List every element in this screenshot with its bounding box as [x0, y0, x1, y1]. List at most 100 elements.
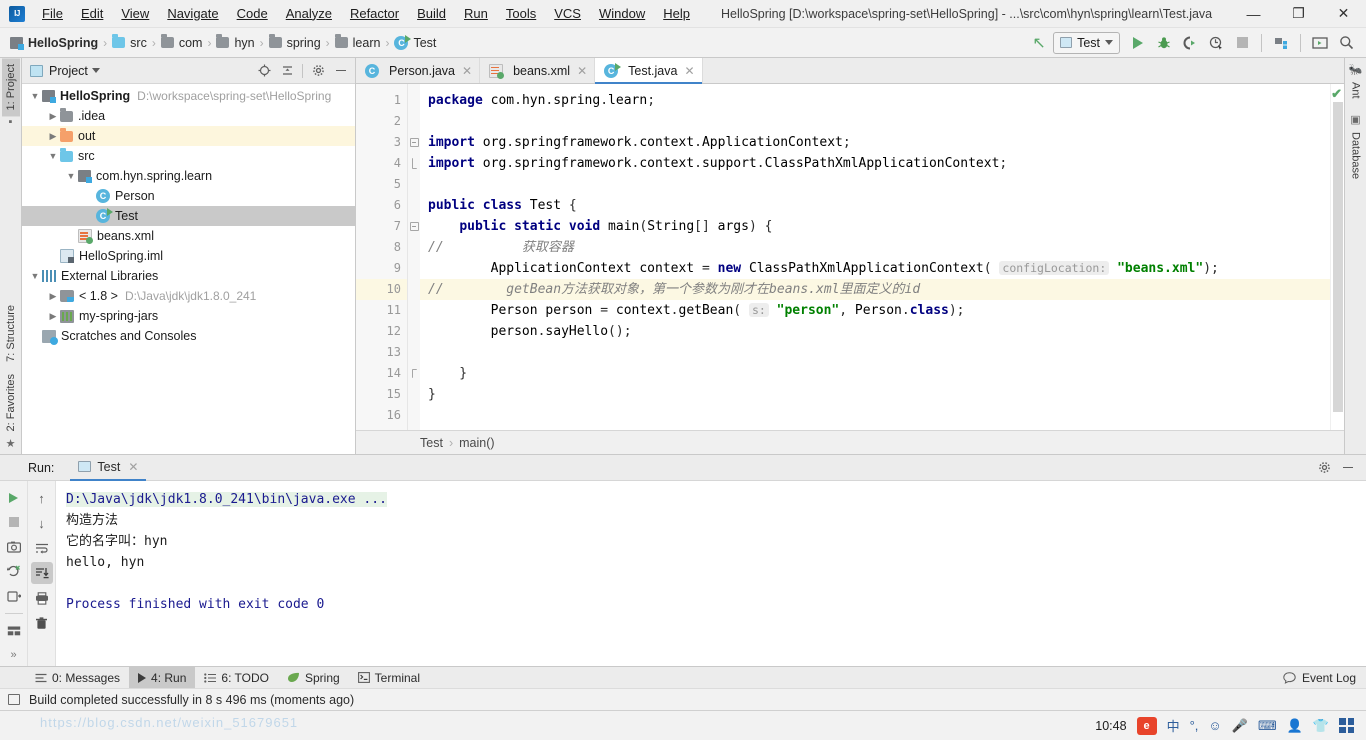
- menu-navigate[interactable]: Navigate: [158, 3, 227, 25]
- code-line[interactable]: public static void main(String[] args) {: [420, 216, 1330, 237]
- menu-run[interactable]: Run: [455, 3, 497, 25]
- menu-file[interactable]: File: [33, 3, 72, 25]
- line-number[interactable]: 11: [356, 300, 407, 321]
- tree-node[interactable]: ▼ com.hyn.spring.learn: [22, 166, 355, 186]
- run-button[interactable]: [1126, 31, 1150, 55]
- ie-icon[interactable]: e: [1136, 716, 1157, 735]
- layout-icon[interactable]: [3, 620, 25, 642]
- fold-region[interactable]: [408, 363, 420, 384]
- tree-node[interactable]: ▶ out: [22, 126, 355, 146]
- line-number[interactable]: 16: [356, 405, 407, 426]
- scroll-up-icon[interactable]: ↑: [31, 487, 53, 509]
- code-line[interactable]: }: [420, 384, 1330, 405]
- dump-threads-icon[interactable]: [3, 585, 25, 607]
- keyboard-icon[interactable]: ⌨: [1258, 718, 1277, 734]
- stop-icon[interactable]: [3, 512, 25, 534]
- print-icon[interactable]: [31, 587, 53, 609]
- menu-view[interactable]: View: [112, 3, 158, 25]
- fold-region[interactable]: [408, 90, 420, 111]
- code-line[interactable]: // getBean方法获取对象，第一个参数为刚才在beans.xml里面定义的…: [420, 279, 1330, 300]
- code-line[interactable]: Person person = context.getBean( s: "per…: [420, 300, 1330, 321]
- menu-help[interactable]: Help: [654, 3, 699, 25]
- grid-icon[interactable]: [1339, 718, 1354, 733]
- soft-wrap-icon[interactable]: [31, 537, 53, 559]
- stop-button[interactable]: [1230, 31, 1254, 55]
- breadcrumb-class[interactable]: Test: [420, 436, 443, 450]
- tree-node[interactable]: ▼ External Libraries: [22, 266, 355, 286]
- punctuation-icon[interactable]: °,: [1190, 718, 1199, 733]
- close-icon[interactable]: ✕: [128, 460, 138, 474]
- line-number[interactable]: 15: [356, 384, 407, 405]
- trash-icon[interactable]: [31, 612, 53, 634]
- code-line[interactable]: import org.springframework.context.suppo…: [420, 153, 1330, 174]
- maximize-button[interactable]: ❐: [1276, 0, 1321, 28]
- fold-region[interactable]: [408, 174, 420, 195]
- run-console[interactable]: D:\Java\jdk\jdk1.8.0_241\bin\java.exe ..…: [56, 481, 1366, 666]
- tree-expand-icon[interactable]: ▶: [46, 131, 60, 142]
- fold-region[interactable]: [408, 384, 420, 405]
- code-line[interactable]: person.sayHello();: [420, 321, 1330, 342]
- breadcrumb-method[interactable]: main(): [459, 436, 494, 450]
- nav-crumb-com[interactable]: com: [157, 34, 207, 52]
- tool-window-spring[interactable]: Spring: [278, 667, 349, 689]
- layout-icon[interactable]: [8, 694, 20, 705]
- line-number[interactable]: 4: [356, 153, 407, 174]
- collapse-all-icon[interactable]: [277, 61, 297, 81]
- tree-node[interactable]: HelloSpring.iml: [22, 246, 355, 266]
- terminal-button[interactable]: [1308, 31, 1332, 55]
- tree-expand-icon[interactable]: ▼: [28, 91, 42, 101]
- tree-expand-icon[interactable]: ▶: [46, 291, 60, 302]
- close-icon[interactable]: ✕: [462, 64, 472, 78]
- code-line[interactable]: [420, 174, 1330, 195]
- fold-region[interactable]: −: [408, 132, 420, 153]
- emoji-icon[interactable]: ☺: [1208, 718, 1221, 733]
- menu-analyze[interactable]: Analyze: [277, 3, 341, 25]
- code-line[interactable]: public class Test {: [420, 195, 1330, 216]
- user-icon[interactable]: 👤: [1287, 718, 1303, 734]
- tab-person-java[interactable]: Person.java ✕: [356, 58, 481, 83]
- tree-expand-icon[interactable]: ▼: [64, 171, 78, 181]
- tree-node[interactable]: beans.xml: [22, 226, 355, 246]
- code-content[interactable]: package com.hyn.spring.learn; import org.…: [420, 84, 1330, 430]
- run-tab-test[interactable]: Test ✕: [70, 455, 147, 481]
- scroll-to-end-icon[interactable]: [30, 562, 53, 584]
- shirt-icon[interactable]: 👕: [1313, 718, 1329, 734]
- fold-region[interactable]: [408, 258, 420, 279]
- gear-icon[interactable]: [308, 61, 328, 81]
- code-line[interactable]: // 获取容器: [420, 237, 1330, 258]
- line-number[interactable]: 12: [356, 321, 407, 342]
- nav-crumb-hellospring[interactable]: HelloSpring: [6, 34, 102, 52]
- line-number[interactable]: 6: [356, 195, 422, 216]
- tree-node[interactable]: Scratches and Consoles: [22, 326, 355, 346]
- run-with-coverage-button[interactable]: [1178, 31, 1202, 55]
- menu-code[interactable]: Code: [228, 3, 277, 25]
- run-configuration-selector[interactable]: Test: [1053, 31, 1120, 54]
- profile-button[interactable]: [1204, 31, 1228, 55]
- code-editor[interactable]: 1 2 3 4 5 6 7 8 9 10 11 12 13 14 15 16 − − package com.h…: [356, 84, 1344, 430]
- project-tree[interactable]: ▼ HelloSpring D:\workspace\spring-set\Hell…: [22, 84, 355, 454]
- tree-node[interactable]: ▼ src: [22, 146, 355, 166]
- menu-window[interactable]: Window: [590, 3, 654, 25]
- nav-crumb-src[interactable]: src: [108, 34, 151, 52]
- minimize-button[interactable]: —: [1231, 0, 1276, 28]
- code-line[interactable]: [420, 111, 1330, 132]
- line-number[interactable]: 13: [356, 342, 407, 363]
- mic-icon[interactable]: 🎤: [1232, 718, 1248, 734]
- code-line[interactable]: import org.springframework.context.Appli…: [420, 132, 1330, 153]
- close-button[interactable]: ✕: [1321, 0, 1366, 28]
- tree-expand-icon[interactable]: ▼: [46, 151, 60, 161]
- scrollbar-thumb[interactable]: [1333, 102, 1343, 412]
- code-line[interactable]: }: [420, 363, 1330, 384]
- fold-region[interactable]: [408, 237, 420, 258]
- nav-crumb-spring[interactable]: spring: [265, 34, 325, 52]
- line-number[interactable]: 10: [356, 279, 407, 300]
- rerun-icon[interactable]: [3, 487, 25, 509]
- fold-region[interactable]: [408, 321, 420, 342]
- gear-icon[interactable]: [1314, 458, 1334, 478]
- tree-node[interactable]: ▼ HelloSpring D:\workspace\spring-set\Hell…: [22, 86, 355, 106]
- chevron-down-icon[interactable]: [91, 68, 100, 73]
- menu-edit[interactable]: Edit: [72, 3, 112, 25]
- back-arrow-icon[interactable]: ↖: [1027, 31, 1051, 55]
- menu-build[interactable]: Build: [408, 3, 455, 25]
- line-number[interactable]: 14: [356, 363, 407, 384]
